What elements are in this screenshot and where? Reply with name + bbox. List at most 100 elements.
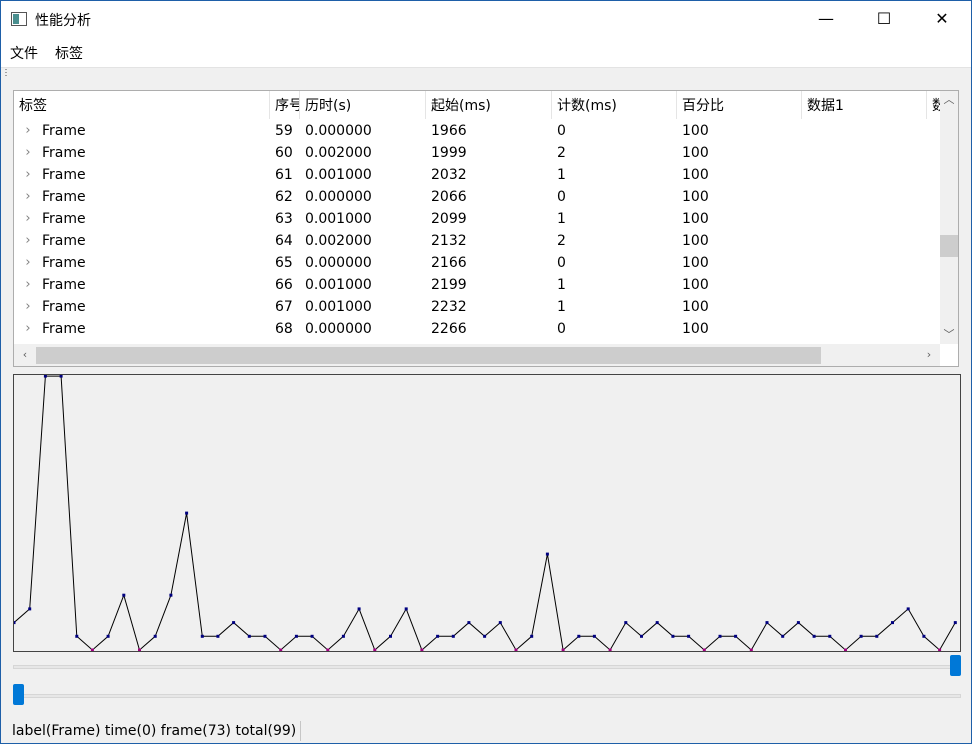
- data-point: [891, 621, 894, 625]
- table-row[interactable]: › Frame 62 0.000000 2066 0 100: [14, 186, 940, 208]
- close-button[interactable]: ✕: [913, 1, 971, 37]
- table-header: 标签 序号 历时(s) 起始(ms) 计数(ms) 百分比 数据1 数: [14, 91, 940, 119]
- column-header-tag[interactable]: 标签: [14, 91, 270, 119]
- toolbar-grip-handle[interactable]: [5, 69, 7, 77]
- column-header-data1[interactable]: 数据1: [802, 91, 927, 119]
- data-point: [592, 634, 596, 638]
- column-header-start[interactable]: 起始(ms): [426, 91, 552, 119]
- table-row[interactable]: › Frame 66 0.001000 2199 1 100: [14, 274, 940, 296]
- scroll-left-icon[interactable]: ‹: [16, 346, 34, 364]
- table-cell: 100: [682, 167, 709, 183]
- menu-file[interactable]: 文件: [10, 43, 38, 63]
- horizontal-scroll-thumb[interactable]: [36, 347, 821, 364]
- data-point: [812, 634, 816, 638]
- vertical-scroll-thumb[interactable]: [940, 235, 958, 257]
- slider-handle-top[interactable]: [950, 655, 961, 676]
- table-cell: 2166: [431, 255, 467, 271]
- table-cell: 0.001000: [305, 211, 372, 227]
- data-point: [467, 621, 471, 625]
- chevron-right-icon[interactable]: ›: [22, 208, 34, 230]
- table-row[interactable]: › Frame 65 0.000000 2166 0 100: [14, 252, 940, 274]
- chevron-right-icon[interactable]: ›: [22, 274, 34, 296]
- table-row[interactable]: › Frame 67 0.001000 2232 1 100: [14, 296, 940, 318]
- data-point: [263, 634, 267, 638]
- data-point: [294, 634, 298, 638]
- data-point: [232, 621, 236, 625]
- data-point: [953, 621, 957, 625]
- slider-handle-bottom[interactable]: [13, 684, 24, 705]
- table-cell: 2066: [431, 189, 467, 205]
- menu-tags[interactable]: 标签: [55, 43, 83, 63]
- chart-svg: [12, 374, 957, 652]
- window-title: 性能分析: [35, 13, 91, 29]
- table-cell: 100: [682, 211, 709, 227]
- column-header-duration[interactable]: 历时(s): [300, 91, 426, 119]
- table-row[interactable]: › Frame 63 0.001000 2099 1 100: [14, 208, 940, 230]
- table-cell: 2099: [431, 211, 467, 227]
- table-cell: 64: [275, 233, 293, 249]
- table-cell: 100: [682, 123, 709, 139]
- table-cell: 66: [275, 277, 293, 293]
- table-cell: 61: [275, 167, 293, 183]
- range-slider-bottom[interactable]: [13, 684, 961, 708]
- data-point: [153, 634, 157, 638]
- horizontal-scrollbar[interactable]: ‹ ›: [14, 344, 940, 366]
- scroll-up-icon[interactable]: ︿: [940, 91, 958, 109]
- data-point: [216, 634, 220, 638]
- chevron-right-icon[interactable]: ›: [22, 186, 34, 208]
- data-point: [624, 621, 628, 625]
- data-point: [75, 634, 79, 638]
- column-header-data2[interactable]: 数: [927, 91, 940, 119]
- table-cell: 0: [557, 123, 566, 139]
- profile-tree-table[interactable]: 标签 序号 历时(s) 起始(ms) 计数(ms) 百分比 数据1 数 › Fra…: [13, 90, 959, 367]
- table-cell: 67: [275, 299, 293, 315]
- data-point: [640, 634, 643, 638]
- table-cell: 2132: [431, 233, 467, 249]
- table-row[interactable]: › Frame 68 0.000000 2266 0 100: [14, 318, 940, 340]
- table-row[interactable]: › Frame 64 0.002000 2132 2 100: [14, 230, 940, 252]
- table-cell: 0.000000: [305, 189, 372, 205]
- table-cell: 100: [682, 255, 709, 271]
- table-cell: 0.000000: [305, 123, 372, 139]
- table-cell: 2199: [431, 277, 467, 293]
- table-row[interactable]: › Frame 59 0.000000 1966 0 100: [14, 120, 940, 142]
- table-cell: Frame: [42, 255, 86, 271]
- column-header-index[interactable]: 序号: [270, 91, 300, 119]
- table-cell: 0.001000: [305, 277, 372, 293]
- column-header-count[interactable]: 计数(ms): [552, 91, 677, 119]
- chevron-right-icon[interactable]: ›: [22, 318, 34, 340]
- scroll-right-icon[interactable]: ›: [920, 346, 938, 364]
- data-point: [122, 593, 126, 597]
- table-cell: 100: [682, 299, 709, 315]
- data-point: [43, 374, 47, 378]
- maximize-button[interactable]: ☐: [855, 1, 913, 37]
- data-point: [545, 552, 549, 556]
- data-point: [687, 634, 691, 638]
- minimize-button[interactable]: —: [797, 1, 855, 37]
- chevron-right-icon[interactable]: ›: [22, 142, 34, 164]
- range-slider-top[interactable]: [13, 655, 961, 679]
- chevron-right-icon[interactable]: ›: [22, 296, 34, 318]
- data-point: [718, 634, 722, 638]
- data-point: [844, 648, 847, 652]
- table-cell: 1: [557, 299, 566, 315]
- app-window: 性能分析 — ☐ ✕ 文件 标签 标签 序号 历时(s) 起始(ms) 计数(m…: [0, 0, 972, 744]
- table-cell: 2266: [431, 321, 467, 337]
- app-icon: [11, 12, 27, 26]
- table-cell: Frame: [42, 277, 86, 293]
- frame-time-chart[interactable]: [12, 374, 961, 652]
- table-row[interactable]: › Frame 60 0.002000 1999 2 100: [14, 142, 940, 164]
- data-point: [483, 634, 487, 638]
- chevron-right-icon[interactable]: ›: [22, 230, 34, 252]
- vertical-scrollbar[interactable]: ︿ ﹀: [940, 91, 958, 344]
- table-row[interactable]: › Frame 61 0.001000 2032 1 100: [14, 164, 940, 186]
- series-line: [13, 375, 956, 651]
- chevron-right-icon[interactable]: ›: [22, 164, 34, 186]
- column-header-percent[interactable]: 百分比: [677, 91, 802, 119]
- table-cell: Frame: [42, 145, 86, 161]
- chevron-right-icon[interactable]: ›: [22, 252, 34, 274]
- table-cell: 59: [275, 123, 293, 139]
- menu-bar: 文件 标签: [1, 37, 971, 67]
- chevron-right-icon[interactable]: ›: [22, 120, 34, 142]
- scroll-down-icon[interactable]: ﹀: [940, 326, 958, 344]
